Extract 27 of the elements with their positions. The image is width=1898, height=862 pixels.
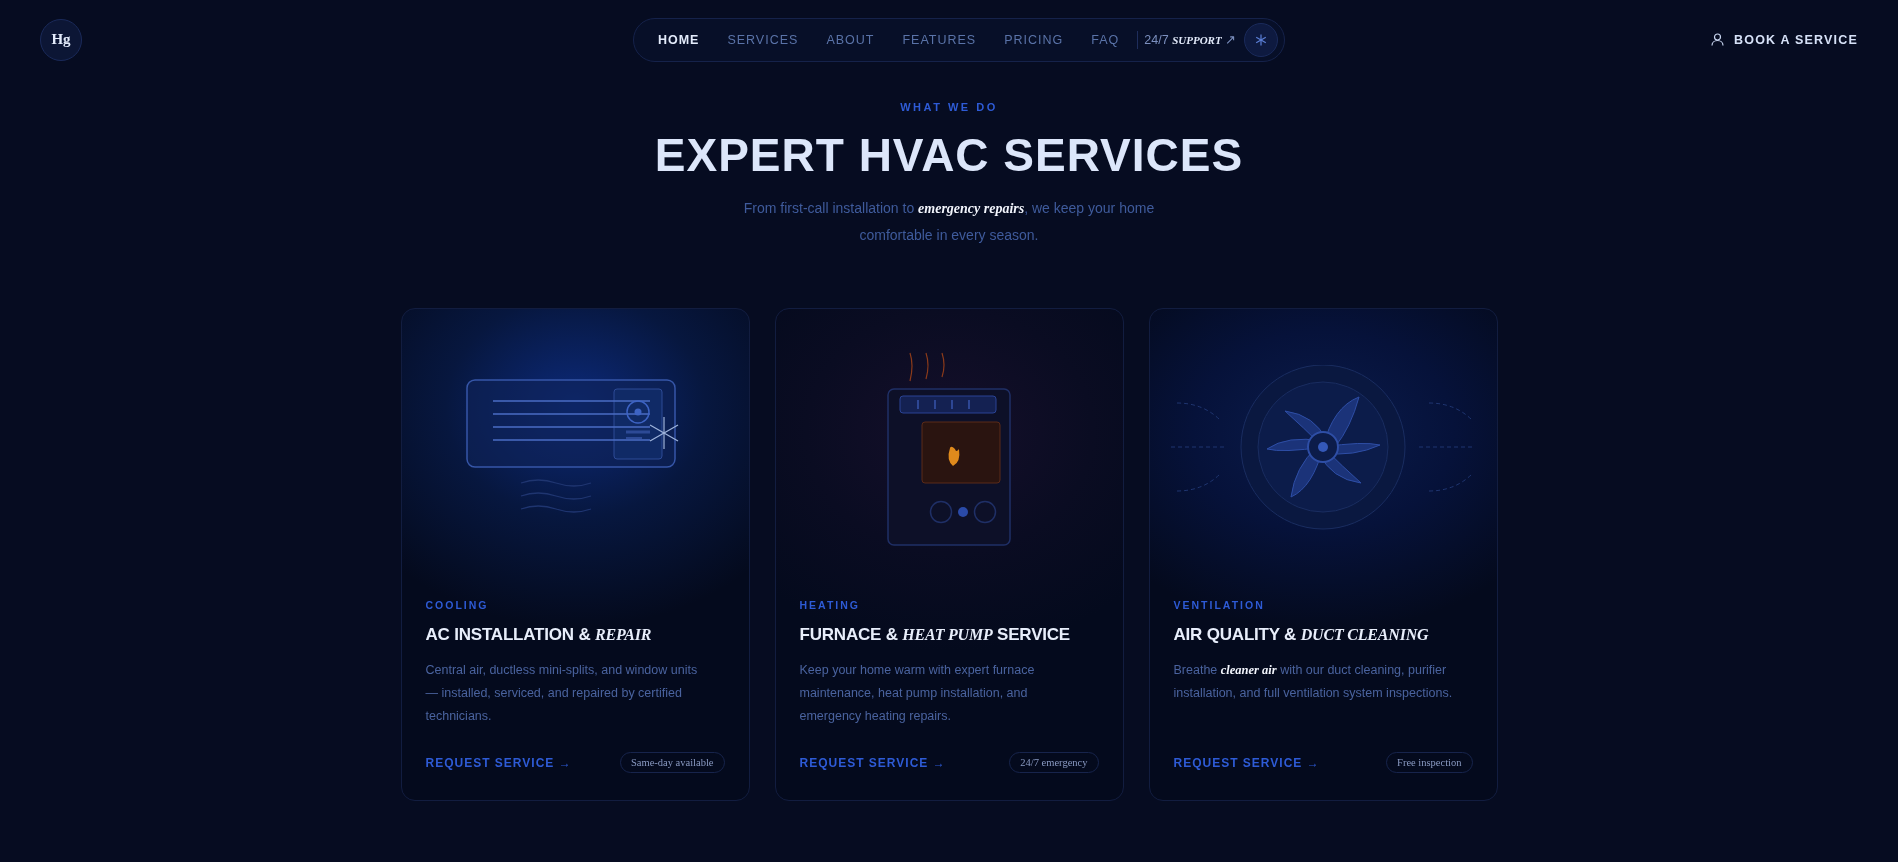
request-service-link[interactable]: REQUEST SERVICE → bbox=[799, 755, 946, 770]
card-category: HEATING bbox=[799, 599, 861, 611]
support-link[interactable]: 24/7 SUPPORT ↗ bbox=[1144, 32, 1245, 47]
request-service-link[interactable]: REQUEST SERVICE → bbox=[1173, 755, 1320, 770]
book-service-button[interactable]: BOOK A SERVICE bbox=[1711, 28, 1858, 51]
card-category: COOLING bbox=[425, 599, 490, 611]
section-subtitle: From first-call installation to emergency repairs, we keep your home comfortable in every season. bbox=[742, 199, 1156, 245]
nav-link[interactable]: PRICING bbox=[990, 24, 1078, 55]
logo[interactable]: Hg bbox=[40, 18, 82, 61]
card-description: Central air, ductless mini-splits, and window units — installed, serviced, and repaired by certified technicians. bbox=[425, 662, 699, 725]
nav-link[interactable]: ABOUT bbox=[812, 24, 889, 55]
card-description: Breathe cleaner air with our duct cleaning, purifier installation, and full ventilation system inspections. bbox=[1173, 662, 1454, 702]
card-category: VENTILATION bbox=[1173, 599, 1266, 611]
card-description: Keep your home warm with expert furnace maintenance, heat pump installation, and emergency heating repairs. bbox=[799, 662, 1036, 725]
user-icon bbox=[1711, 33, 1724, 46]
theme-toggle-button[interactable] bbox=[1244, 22, 1279, 57]
request-service-link[interactable]: REQUEST SERVICE → bbox=[425, 755, 572, 770]
section-eyebrow: WHAT WE DO bbox=[899, 101, 999, 113]
section-title: EXPERT HVAC SERVICES bbox=[653, 128, 1245, 183]
nav-link[interactable]: FEATURES bbox=[888, 24, 991, 55]
nav-link[interactable]: HOME bbox=[643, 24, 714, 55]
card-title: AIR QUALITY & DUCT CLEANING bbox=[1173, 624, 1430, 646]
nav-link[interactable]: FAQ bbox=[1077, 24, 1134, 55]
card-title: FURNACE & HEAT PUMP SERVICE bbox=[799, 624, 1071, 646]
card-title: AC INSTALLATION & REPAIR bbox=[425, 624, 653, 646]
snowflake-icon bbox=[1255, 33, 1268, 46]
nav-link[interactable]: SERVICES bbox=[713, 24, 813, 55]
